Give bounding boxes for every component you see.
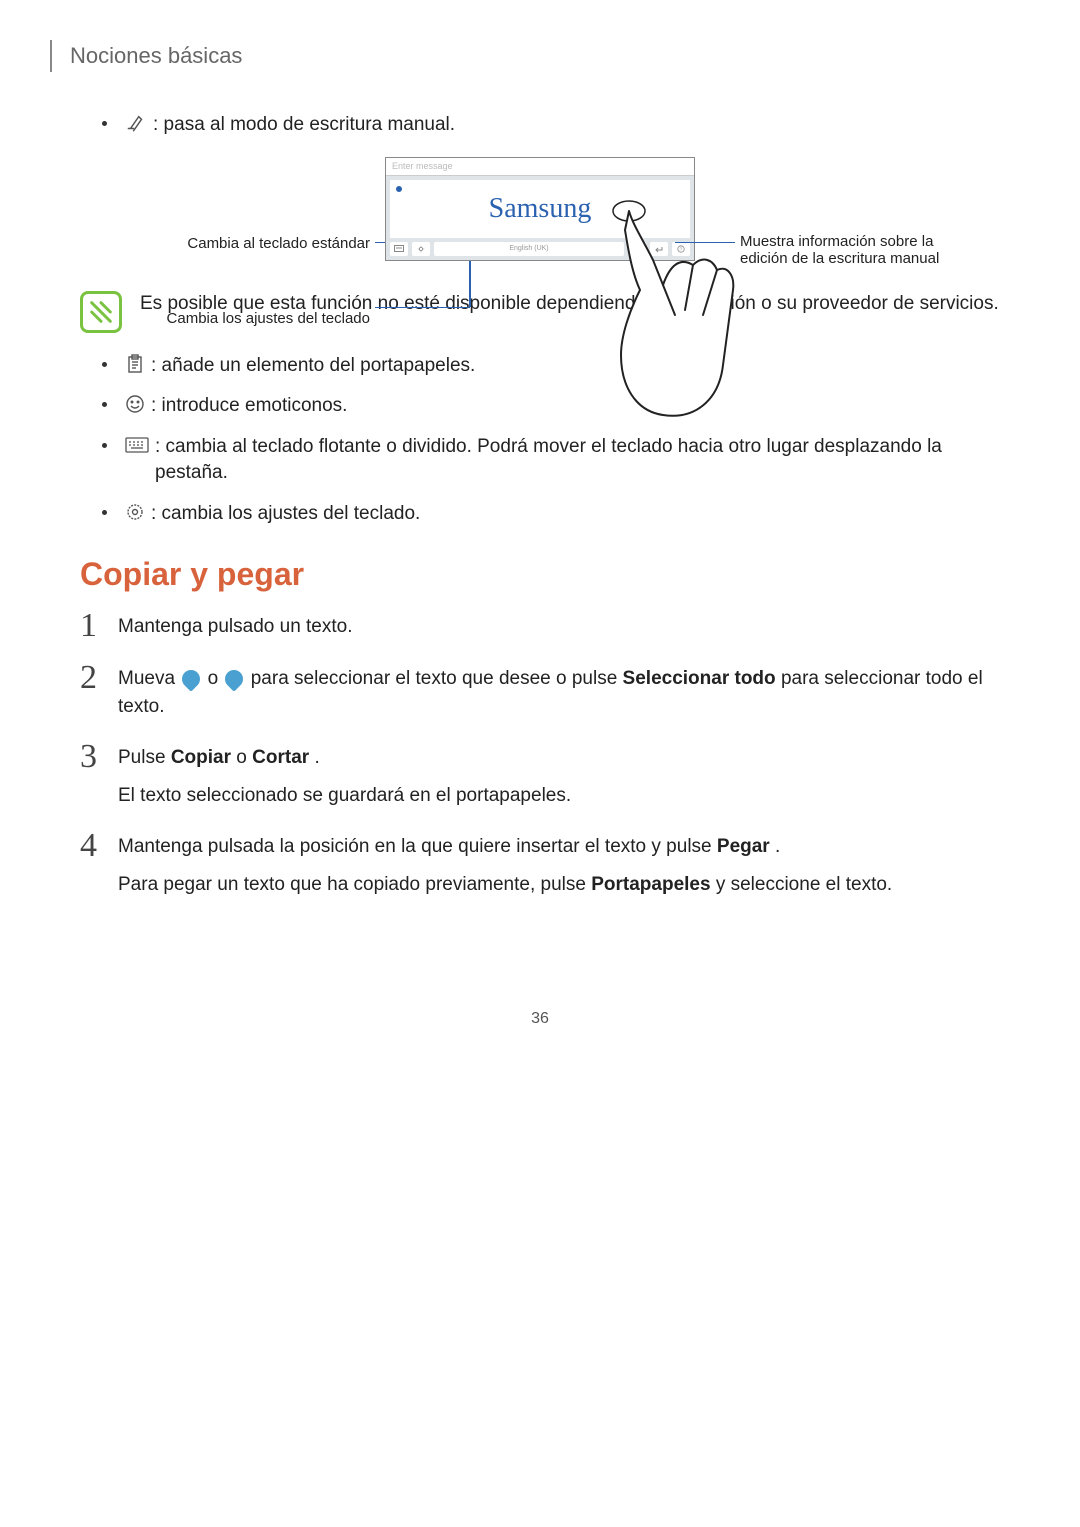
bullet-emoji: : introduce emoticonos. [102,393,1000,420]
kb-key-gear-icon [412,242,430,256]
input-placeholder: Enter message [392,161,453,171]
bold: Copiar [171,747,231,768]
txt: Mueva [118,668,180,689]
txt: . [775,836,780,857]
callout-right-1: Muestra información sobre la edición de … [740,233,970,267]
handwritten-text: Samsung [489,193,592,225]
hand-illustration [585,165,755,425]
bullet-text: : pasa al modo de escritura manual. [153,112,1000,139]
callout-left-1: Cambia al teclado estándar [140,235,370,252]
step-number: 4 [80,829,118,863]
selection-handle-right-icon [222,666,247,691]
bullet-settings: : cambia los ajustes del teclado. [102,501,1000,528]
step-body: Mantenga pulsado un texto. [118,613,1000,642]
step-number: 3 [80,740,118,774]
step-number: 2 [80,661,118,695]
note-icon [80,291,122,333]
step-1: 1 Mantenga pulsado un texto. [80,613,1000,643]
txt: o [208,668,224,689]
section-title: Copiar y pegar [80,556,1000,593]
txt: Mantenga pulsada la posición en la que q… [118,836,717,857]
bold: Cortar [252,747,309,768]
step-4: 4 Mantenga pulsada la posición en la que… [80,833,1000,900]
step-body: Mueva o para seleccionar el texto que de… [118,665,1000,722]
bullet-dot [102,443,107,448]
keyboard-diagram: Cambia al teclado estándar Cambia los aj… [80,157,1000,261]
chapter-header: Nociones básicas [50,40,1000,72]
step-number: 1 [80,609,118,643]
bold: Pegar [717,836,770,857]
gear-icon [125,501,145,523]
txt: Pulse [118,747,171,768]
bullet-dot [102,362,107,367]
txt: o [236,747,252,768]
txt: para seleccionar el texto que desee o pu… [251,668,623,689]
txt: y seleccione el texto. [716,874,892,895]
bold: Seleccionar todo [623,668,776,689]
txt: . [314,747,319,768]
write-indicator-dot [396,186,402,192]
step-2: 2 Mueva o para seleccionar el texto que … [80,665,1000,722]
bullet-text: : cambia los ajustes del teclado. [151,501,1000,528]
bullet-text: : cambia al teclado flotante o dividido.… [155,434,1000,487]
selection-handle-left-icon [179,666,204,691]
bullet-dot [102,510,107,515]
page-number: 36 [80,1010,1000,1028]
bullet-dot [102,402,107,407]
bullet-text: : introduce emoticonos. [151,393,1000,420]
step-body: Mantenga pulsada la posición en la que q… [118,833,1000,900]
bullet-handwriting: : pasa al modo de escritura manual. [102,112,1000,139]
step-sub: El texto seleccionado se guardará en el … [118,782,1000,811]
bold: Portapapeles [591,874,710,895]
kb-key-keyboard-icon [390,242,408,256]
bullet-dot [102,121,107,126]
step-body: Pulse Copiar o Cortar . El texto selecci… [118,744,1000,811]
bullet-kbmode: : cambia al teclado flotante o dividido.… [102,434,1000,487]
smiley-icon [125,393,145,415]
floating-keyboard-icon [125,434,149,456]
step-3: 3 Pulse Copiar o Cortar . El texto selec… [80,744,1000,811]
handwriting-mode-icon [125,112,147,134]
txt: Para pegar un texto que ha copiado previ… [118,874,591,895]
callout-left-2: Cambia los ajustes del teclado [140,310,370,327]
chapter-title: Nociones básicas [70,43,242,69]
